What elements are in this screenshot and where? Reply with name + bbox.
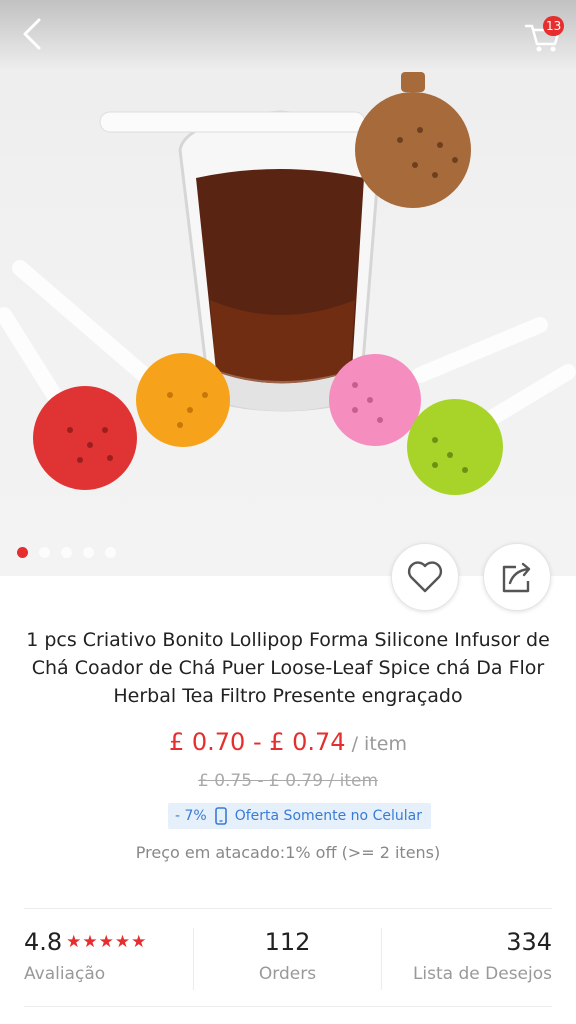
green-lollipop <box>407 399 503 495</box>
rating-label: Avaliação <box>24 964 106 984</box>
wishlist-label: Lista de Desejos <box>412 964 552 984</box>
back-button[interactable] <box>14 14 54 54</box>
cart-button[interactable]: 13 <box>522 14 566 54</box>
mobile-offer-text: Oferta Somente no Celular <box>234 808 422 824</box>
gallery-dot[interactable] <box>17 547 28 558</box>
product-title: 1 pcs Criativo Bonito Lollipop Forma Sil… <box>26 629 550 707</box>
product-stats: 4.8 ★★★★★ Avaliação 112 Orders 334 Lista … <box>0 910 576 1006</box>
phone-icon <box>214 807 227 825</box>
product-photo <box>0 72 576 495</box>
mobile-offer-badge: - 7% Oferta Somente no Celular <box>168 803 431 829</box>
price-range: £ 0.70 - £ 0.74 <box>168 728 346 756</box>
gallery-dot[interactable] <box>61 547 72 558</box>
price-row: £ 0.70 - £ 0.74 / item <box>0 728 576 756</box>
red-lollipop <box>33 386 137 490</box>
share-icon <box>502 562 531 593</box>
gallery-dot[interactable] <box>83 547 94 558</box>
original-price: £ 0.75 - £ 0.79 / item <box>197 771 379 791</box>
heart-icon <box>407 561 443 593</box>
stats-bottom-divider <box>24 1006 552 1007</box>
add-to-wishlist-button[interactable] <box>391 543 459 611</box>
orange-lollipop <box>136 353 230 447</box>
rating-value: 4.8 <box>24 928 63 956</box>
stats-top-divider <box>24 908 552 909</box>
price-unit: / item <box>345 733 407 755</box>
pink-lollipop <box>329 354 421 446</box>
orders-label: Orders <box>258 964 317 984</box>
share-button[interactable] <box>483 543 551 611</box>
wishlist-stat[interactable]: 334 Lista de Desejos <box>382 928 552 984</box>
gallery-dot[interactable] <box>105 547 116 558</box>
orders-stat[interactable]: 112 Orders <box>194 928 381 984</box>
gallery-pagination <box>17 547 116 558</box>
orders-value: 112 <box>264 928 311 956</box>
cart-count-badge: 13 <box>543 16 565 36</box>
discount-percent: - 7% <box>175 808 207 824</box>
rating-stars: ★★★★★ <box>66 932 148 952</box>
rating-stat[interactable]: 4.8 ★★★★★ Avaliação <box>24 928 147 984</box>
gallery-dot[interactable] <box>39 547 50 558</box>
wholesale-price: Preço em atacado:1% off (>= 2 itens) <box>135 843 441 862</box>
chevron-left-icon <box>23 18 41 50</box>
product-image-gallery[interactable]: 13 <box>0 0 576 576</box>
top-bar-shade <box>0 0 576 70</box>
wishlist-value: 334 <box>506 928 552 956</box>
